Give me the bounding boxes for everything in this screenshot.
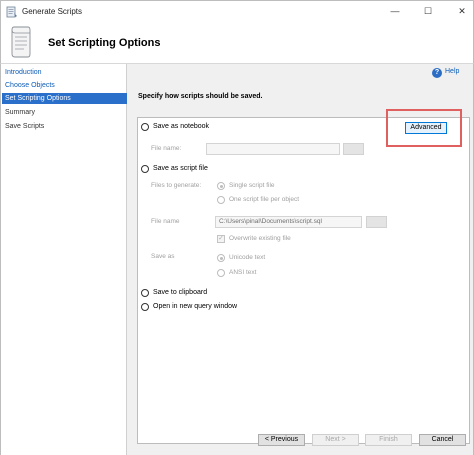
script-file-name-label: File name [151,218,180,225]
overwrite-existing-checkbox[interactable]: ✓ [217,235,225,243]
open-query-window-radio[interactable] [141,303,149,311]
page-title: Set Scripting Options [48,37,161,49]
single-script-file-label: Single script file [229,182,275,189]
script-file-browse-button[interactable] [366,216,387,228]
maximize-button[interactable]: ☐ [418,4,438,18]
save-as-script-file-label: Save as script file [153,165,208,172]
notebook-browse-button[interactable] [343,143,364,155]
script-file-name-input[interactable]: C:\Users\pinal\Documents\script.sql [215,216,362,228]
script-scroll-icon [11,26,31,58]
notebook-file-name-input[interactable] [206,143,340,155]
one-file-per-object-label: One script file per object [229,196,300,203]
title-bar: Generate Scripts — ☐ ✕ [0,0,474,22]
sidebar-item-introduction[interactable]: Introduction [2,67,127,78]
files-to-generate-label: Files to generate: [151,182,202,189]
ansi-text-radio[interactable] [217,269,225,277]
sidebar-item-save-scripts: Save Scripts [5,123,45,130]
advanced-button[interactable]: Advanced [405,122,447,134]
notebook-file-name-label: File name: [151,145,182,152]
finish-button[interactable]: Finish [365,434,412,446]
save-to-clipboard-radio[interactable] [141,289,149,297]
save-as-encoding-label: Save as [151,253,175,260]
one-file-per-object-radio[interactable] [217,196,225,204]
instructions-text: Specify how scripts should be saved. [138,93,263,100]
save-as-notebook-radio[interactable] [141,123,149,131]
wizard-steps-sidebar: Introduction Choose Objects Set Scriptin… [0,64,127,455]
help-icon: ? [432,68,442,78]
help-label: Help [445,68,460,75]
sidebar-item-choose-objects[interactable]: Choose Objects [2,80,127,91]
cancel-button[interactable]: Cancel [419,434,466,446]
help-link[interactable]: ? Help [432,67,468,79]
save-as-script-file-radio[interactable] [141,165,149,173]
sidebar-item-summary: Summary [5,109,35,116]
open-query-window-label: Open in new query window [153,303,238,310]
single-script-file-radio[interactable] [217,182,225,190]
wizard-header: Set Scripting Options [0,22,474,64]
minimize-button[interactable]: — [385,4,405,18]
previous-button[interactable]: < Previous [258,434,305,446]
unicode-text-label: Unicode text [229,254,266,261]
output-options-panel: Save as notebook File name: Save as scri… [137,117,470,444]
save-to-clipboard-label: Save to clipboard [153,289,208,296]
window-title: Generate Scripts [22,7,83,16]
unicode-text-radio[interactable] [217,254,225,262]
sidebar-item-set-scripting-options[interactable]: Set Scripting Options [2,93,127,104]
overwrite-existing-label: Overwrite existing file [229,235,291,242]
close-button[interactable]: ✕ [452,4,472,18]
main-content: ? Help Specify how scripts should be sav… [127,64,474,455]
ansi-text-label: ANSI text [229,269,257,276]
generate-scripts-icon [6,6,17,18]
save-as-notebook-label: Save as notebook [153,123,210,130]
next-button[interactable]: Next > [312,434,359,446]
